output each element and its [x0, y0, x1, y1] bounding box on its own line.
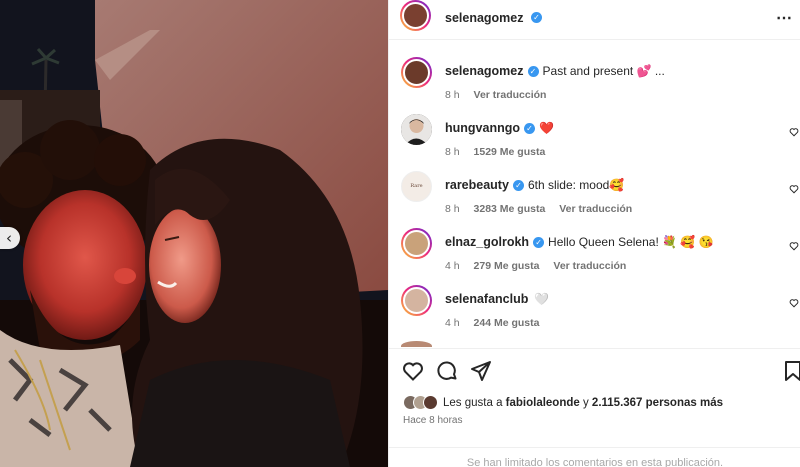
comment-username[interactable]: hungvanngo [445, 121, 520, 135]
likes-prefix: Les gusta a [443, 396, 506, 409]
comment-time: 4 h [445, 260, 460, 272]
like-comment-heart-icon[interactable] [789, 298, 799, 308]
comment-likes[interactable]: 244 Me gusta [474, 317, 540, 329]
verified-badge-icon: ✓ [530, 12, 542, 24]
comment-text: ❤️ [539, 121, 554, 135]
comment-item: selenafanclub 🤍 4 h 244 Me gusta [389, 279, 800, 336]
comment-item: elnaz_golrokh ✓ Hello Queen Selena! 💐 🥰 😘 … [389, 222, 800, 279]
comment-text: Past and present 💕 ... [542, 64, 665, 78]
comments-limited-notice: Se han limitado los comentarios en esta … [389, 447, 800, 467]
comments-list[interactable]: selenagomez ✓ Past and present 💕 ... 8 h V… [389, 41, 800, 347]
comment-username[interactable]: selenagomez [445, 64, 524, 78]
comment-bubble-icon[interactable] [435, 359, 459, 383]
post-photo[interactable]: ‹ [0, 0, 388, 467]
translate-button[interactable]: Ver traducción [553, 260, 626, 272]
comment-text: Hello Queen Selena! 💐 🥰 😘 [548, 235, 714, 249]
comment-time: 4 h [445, 317, 460, 329]
comment-avatar[interactable] [401, 228, 432, 259]
liker-avatar [423, 395, 438, 410]
comment-avatar[interactable] [401, 285, 432, 316]
comment-text: 🤍 [534, 292, 550, 306]
comment-avatar[interactable]: Rare Beauty [401, 171, 432, 202]
liker-username[interactable]: fabiolaleonde [506, 397, 580, 409]
post-dialog: ‹ selenagomez ✓ ⋯ selenagomez ✓ Past and p… [0, 0, 800, 467]
post-timestamp: Hace 8 horas [403, 415, 463, 426]
likes-summary: Les gusta a fabiolaleonde y 2.115.367 pe… [403, 395, 723, 410]
verified-badge-icon: ✓ [512, 180, 524, 192]
comment-text: 6th slide: mood🥰 [527, 178, 625, 192]
save-bookmark-icon[interactable] [783, 359, 800, 383]
caption-comment: selenagomez ✓ Past and present 💕 ... 8 h V… [389, 51, 800, 108]
like-heart-icon[interactable] [401, 359, 425, 383]
comment-time: 8 h [445, 146, 460, 158]
likes-middle: y [579, 396, 592, 409]
comment-username[interactable]: selenafanclub [445, 292, 528, 306]
next-comment-avatar [401, 341, 432, 347]
comment-username[interactable]: elnaz_golrokh [445, 235, 529, 249]
like-comment-heart-icon[interactable] [789, 184, 799, 194]
avatar-image [403, 287, 430, 314]
comment-time: 8 h [445, 203, 460, 215]
author-avatar[interactable] [400, 0, 431, 31]
post-header: selenagomez ✓ ⋯ [389, 0, 800, 40]
post-image [0, 0, 388, 467]
like-comment-heart-icon[interactable] [789, 127, 799, 137]
author-username-row: selenagomez ✓ [445, 9, 542, 27]
comment-username[interactable]: rarebeauty [445, 178, 509, 192]
comment-item: hungvanngo ✓ ❤️ 8 h 1529 Me gusta [389, 108, 800, 165]
post-actions: Les gusta a fabiolaleonde y 2.115.367 pe… [389, 348, 800, 467]
comment-time: 8 h [445, 89, 460, 101]
comment-likes[interactable]: 279 Me gusta [474, 260, 540, 272]
comment-item: Rare Beauty rarebeauty✓6th slide: mood🥰 … [389, 165, 800, 222]
post-sidebar: selenagomez ✓ ⋯ selenagomez ✓ Past and pre… [388, 0, 800, 467]
share-paper-plane-icon[interactable] [469, 359, 493, 383]
more-options-icon[interactable]: ⋯ [776, 8, 793, 28]
translate-button[interactable]: Ver traducción [474, 89, 547, 101]
verified-badge-icon: ✓ [527, 66, 539, 78]
author-username[interactable]: selenagomez [445, 11, 524, 25]
avatar-image [403, 230, 430, 257]
chevron-left-icon: ‹ [6, 228, 12, 247]
rare-beauty-logo: Rare Beauty [410, 183, 423, 189]
avatar-image [401, 114, 432, 145]
comment-likes[interactable]: 3283 Me gusta [474, 203, 546, 215]
likes-count[interactable]: 2.115.367 personas más [592, 397, 723, 409]
translate-button[interactable]: Ver traducción [559, 203, 632, 215]
comment-avatar[interactable] [401, 114, 432, 145]
comment-avatar[interactable] [401, 57, 432, 88]
comment-likes[interactable]: 1529 Me gusta [474, 146, 546, 158]
avatar-image [403, 59, 430, 86]
verified-badge-icon: ✓ [533, 237, 545, 249]
verified-badge-icon: ✓ [524, 123, 535, 135]
like-comment-heart-icon[interactable] [789, 241, 799, 251]
